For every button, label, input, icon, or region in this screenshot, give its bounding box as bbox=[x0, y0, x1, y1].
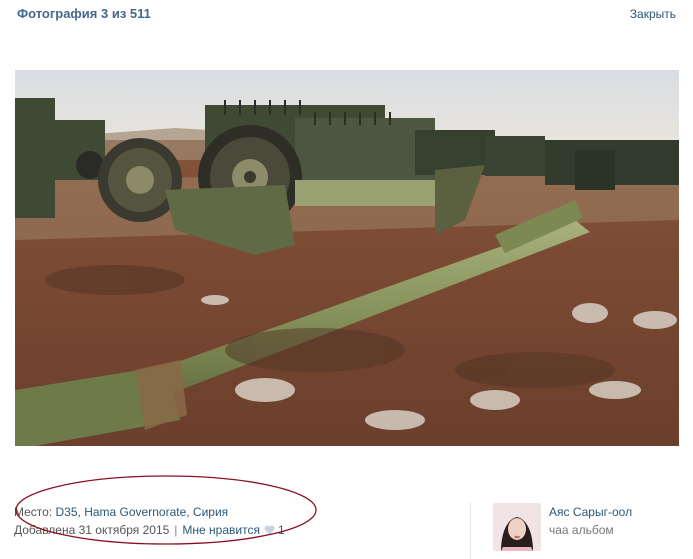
added-date: Добавлена 31 октября 2015 bbox=[14, 523, 170, 537]
heart-icon bbox=[264, 525, 275, 535]
photo-image[interactable] bbox=[15, 70, 679, 446]
photo-illustration bbox=[15, 70, 679, 446]
owner-avatar[interactable] bbox=[493, 503, 541, 551]
like-count: 1 bbox=[277, 523, 285, 537]
place-row: Место: D35, Hama Governorate, Сирия bbox=[14, 504, 285, 522]
photo-meta: Место: D35, Hama Governorate, Сирия Доба… bbox=[14, 504, 285, 540]
meta-separator: | bbox=[174, 523, 178, 537]
place-prefix: Место: bbox=[14, 505, 56, 519]
photo-counter-title: Фотография 3 из 511 bbox=[17, 6, 151, 21]
place-link[interactable]: D35, Hama Governorate, Сирия bbox=[56, 505, 229, 519]
avatar-image bbox=[493, 503, 541, 551]
owner-album[interactable]: чаа альбом bbox=[549, 523, 614, 537]
owner-name-link[interactable]: Аяс Сарыг-оол bbox=[549, 505, 632, 519]
added-row: Добавлена 31 октября 2015 | Мне нравится 1 bbox=[14, 522, 285, 540]
like-button[interactable]: Мне нравится bbox=[182, 523, 260, 537]
meta-divider bbox=[470, 502, 471, 559]
close-button[interactable]: Закрыть bbox=[630, 7, 676, 21]
